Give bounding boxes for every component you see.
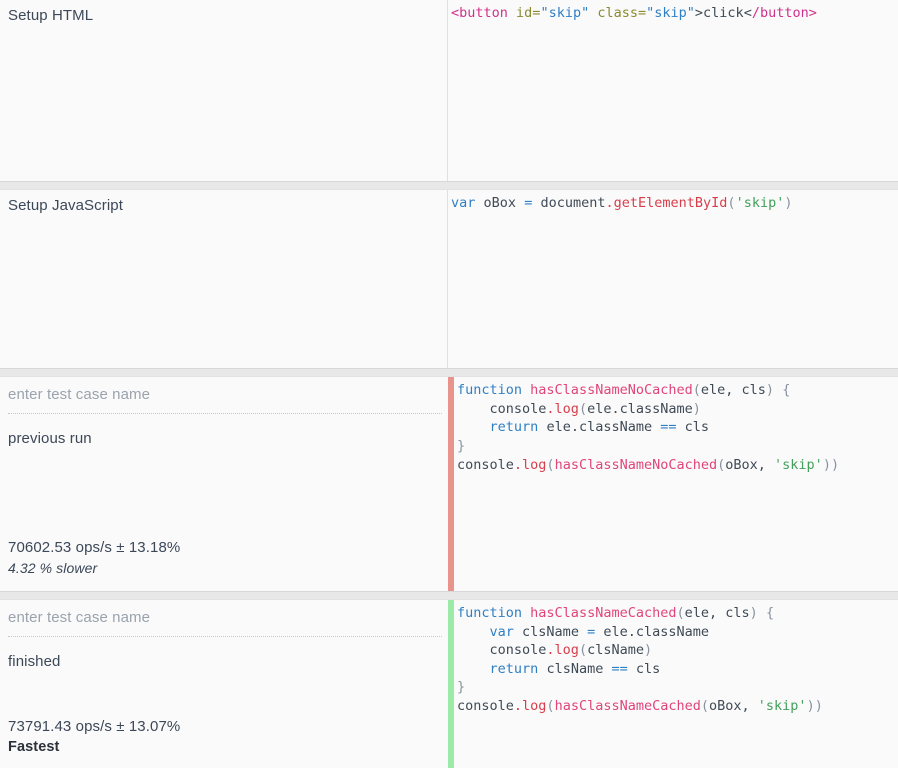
code-token-rparen-1: ): [692, 400, 701, 417]
code-token-console2-1: console: [457, 456, 514, 473]
test-case-1-status: previous run: [8, 430, 92, 448]
code-token-args-2: ele, cls: [684, 605, 750, 622]
code-token-console-1: console: [489, 400, 547, 417]
code-token-rparen2-2: )): [806, 698, 823, 715]
code-token-compare-right-1: cls: [684, 419, 710, 436]
code-token-call-2: hasClassNameCached: [554, 698, 701, 715]
test-case-1-info-pane: previous run 70602.53 ops/s ± 13.18% 4.3…: [0, 377, 448, 592]
code-token-lparen3-2: (: [700, 698, 710, 715]
code-token-string-1: 'skip': [774, 456, 823, 473]
setup-javascript-editor[interactable]: var oBox = document.getElementById('skip…: [448, 189, 898, 369]
code-token-attrval-id: "skip": [540, 5, 590, 21]
code-token-attr-class: class=: [597, 5, 647, 21]
test-case-1-name-row: [8, 377, 442, 415]
setup-html-label: Setup HTML: [8, 7, 94, 24]
test-case-1-ops: 70602.53 ops/s ± 13.18%: [8, 539, 181, 557]
code-token-brace-close-1: }: [457, 438, 466, 455]
code-token-console2-2: console: [457, 698, 514, 715]
code-token-eleclassname-2: ele.className: [603, 623, 710, 640]
test-case-2-info-pane: finished 73791.43 ops/s ± 13.07% Fastest: [0, 600, 448, 768]
test-case-2-editor[interactable]: function hasClassNameCached(ele, cls) { …: [448, 600, 898, 768]
code-token-function-kw-1: function: [457, 382, 523, 399]
code-token-return-2: return: [489, 660, 539, 677]
test-case-2-name-row: [8, 600, 442, 638]
code-token-log-2: .log: [546, 642, 579, 659]
code-token-params-close-2: ): [749, 605, 758, 622]
setup-html-code[interactable]: <button id="skip" class="skip">click</bu…: [451, 4, 898, 23]
test-case-1-verdict: 4.32 % slower: [8, 560, 98, 577]
code-token-var: var: [451, 194, 476, 211]
test-case-row-1: previous run 70602.53 ops/s ± 13.18% 4.3…: [0, 376, 898, 593]
test-case-2-name-input[interactable]: [8, 609, 434, 627]
code-token-rparen2-1: )): [822, 456, 840, 473]
code-token-clsname-2: clsName: [522, 623, 579, 640]
code-token-gt: >click<: [694, 5, 752, 21]
code-token-compare-left-1: ele.className: [546, 419, 653, 436]
code-token-brace-open-1: {: [782, 382, 791, 399]
setup-javascript-code[interactable]: var oBox = document.getElementById('skip…: [451, 194, 898, 213]
test-case-row-2: finished 73791.43 ops/s ± 13.07% Fastest…: [0, 599, 898, 768]
test-case-2-result: 73791.43 ops/s ± 13.07% Fastest: [8, 716, 180, 758]
code-token-document: document: [540, 194, 606, 211]
code-token-string-skip: 'skip': [735, 194, 785, 211]
code-token-eq-1: ==: [660, 419, 677, 436]
code-token-function-kw-2: function: [457, 605, 523, 622]
code-token-rparen-2: ): [643, 642, 653, 659]
code-token-tag-open: <button: [451, 5, 508, 21]
code-token-lparen2-2: (: [546, 698, 555, 715]
code-token-obox-arg-1: oBox,: [725, 456, 775, 473]
setup-javascript-left-pane: Setup JavaScript: [0, 189, 448, 369]
benchmark-editor-page: Setup HTML <button id="skip" class="skip…: [0, 0, 898, 768]
code-token-compare-left-2: clsName: [546, 660, 604, 677]
code-token-paren-open: (: [727, 194, 736, 211]
setup-html-editor[interactable]: <button id="skip" class="skip">click</bu…: [448, 0, 898, 181]
code-token-eleclassname-1: ele.className: [587, 400, 693, 417]
code-token-lparen2-1: (: [546, 456, 555, 473]
code-token-call-1: hasClassNameNoCached: [554, 456, 718, 473]
test-case-2-status: finished: [8, 653, 61, 671]
code-token-log2-1: .log: [513, 456, 547, 473]
code-token-fnname-2: hasClassNameCached: [530, 605, 677, 622]
code-token-params-2: (: [676, 605, 685, 622]
code-token-log2-2: .log: [513, 698, 547, 715]
code-token-lparen-1: (: [578, 400, 588, 417]
code-token-console-2: console: [489, 642, 547, 659]
code-token-getelementbyid: .getElementById: [605, 194, 728, 211]
code-token-string-2: 'skip': [757, 698, 807, 715]
code-token-compare-right-2: cls: [635, 660, 661, 677]
code-token-lparen-2: (: [578, 642, 588, 659]
code-token-tag-close: /button>: [751, 5, 817, 21]
code-token-brace-open-2: {: [765, 605, 775, 622]
test-case-2-code[interactable]: function hasClassNameCached(ele, cls) { …: [457, 604, 898, 716]
test-case-1-code[interactable]: function hasClassNameNoCached(ele, cls) …: [457, 381, 898, 474]
setup-html-left-pane: Setup HTML: [0, 0, 448, 181]
code-token-log-1: .log: [546, 400, 579, 417]
code-token-params-close-1: ): [765, 382, 775, 399]
setup-javascript-section: Setup JavaScript var oBox = document.get…: [0, 188, 898, 370]
test-case-1-result: 70602.53 ops/s ± 13.18% 4.32 % slower: [8, 537, 180, 579]
code-token-paren-close: ): [784, 194, 793, 211]
code-token-var-2: var: [489, 623, 514, 640]
setup-javascript-label: Setup JavaScript: [8, 196, 123, 214]
test-case-2-ops: 73791.43 ops/s ± 13.07%: [8, 718, 181, 735]
test-case-1-name-input[interactable]: [8, 386, 434, 404]
test-case-1-editor[interactable]: function hasClassNameNoCached(ele, cls) …: [448, 377, 898, 592]
code-token-attrval-class: "skip": [646, 5, 695, 21]
code-token-assign: =: [524, 194, 533, 211]
code-token-obox-arg-2: oBox,: [709, 698, 758, 715]
code-token-assign-2: =: [587, 623, 596, 640]
code-token-attr-id: id=: [516, 5, 541, 21]
code-token-fnname-1: hasClassNameNoCached: [530, 382, 693, 399]
code-token-args-1: ele, cls: [700, 382, 766, 399]
code-token-eq-2: ==: [611, 660, 628, 677]
code-token-brace-close-2: }: [457, 679, 466, 696]
code-token-return-1: return: [489, 419, 539, 436]
code-token-params-1: (: [692, 382, 701, 399]
test-case-2-verdict: Fastest: [8, 739, 60, 755]
setup-html-section: Setup HTML <button id="skip" class="skip…: [0, 0, 898, 182]
code-token-space-1: [508, 5, 516, 21]
code-token-logarg-2: clsName: [587, 642, 644, 659]
code-token-obox: oBox: [483, 194, 517, 211]
